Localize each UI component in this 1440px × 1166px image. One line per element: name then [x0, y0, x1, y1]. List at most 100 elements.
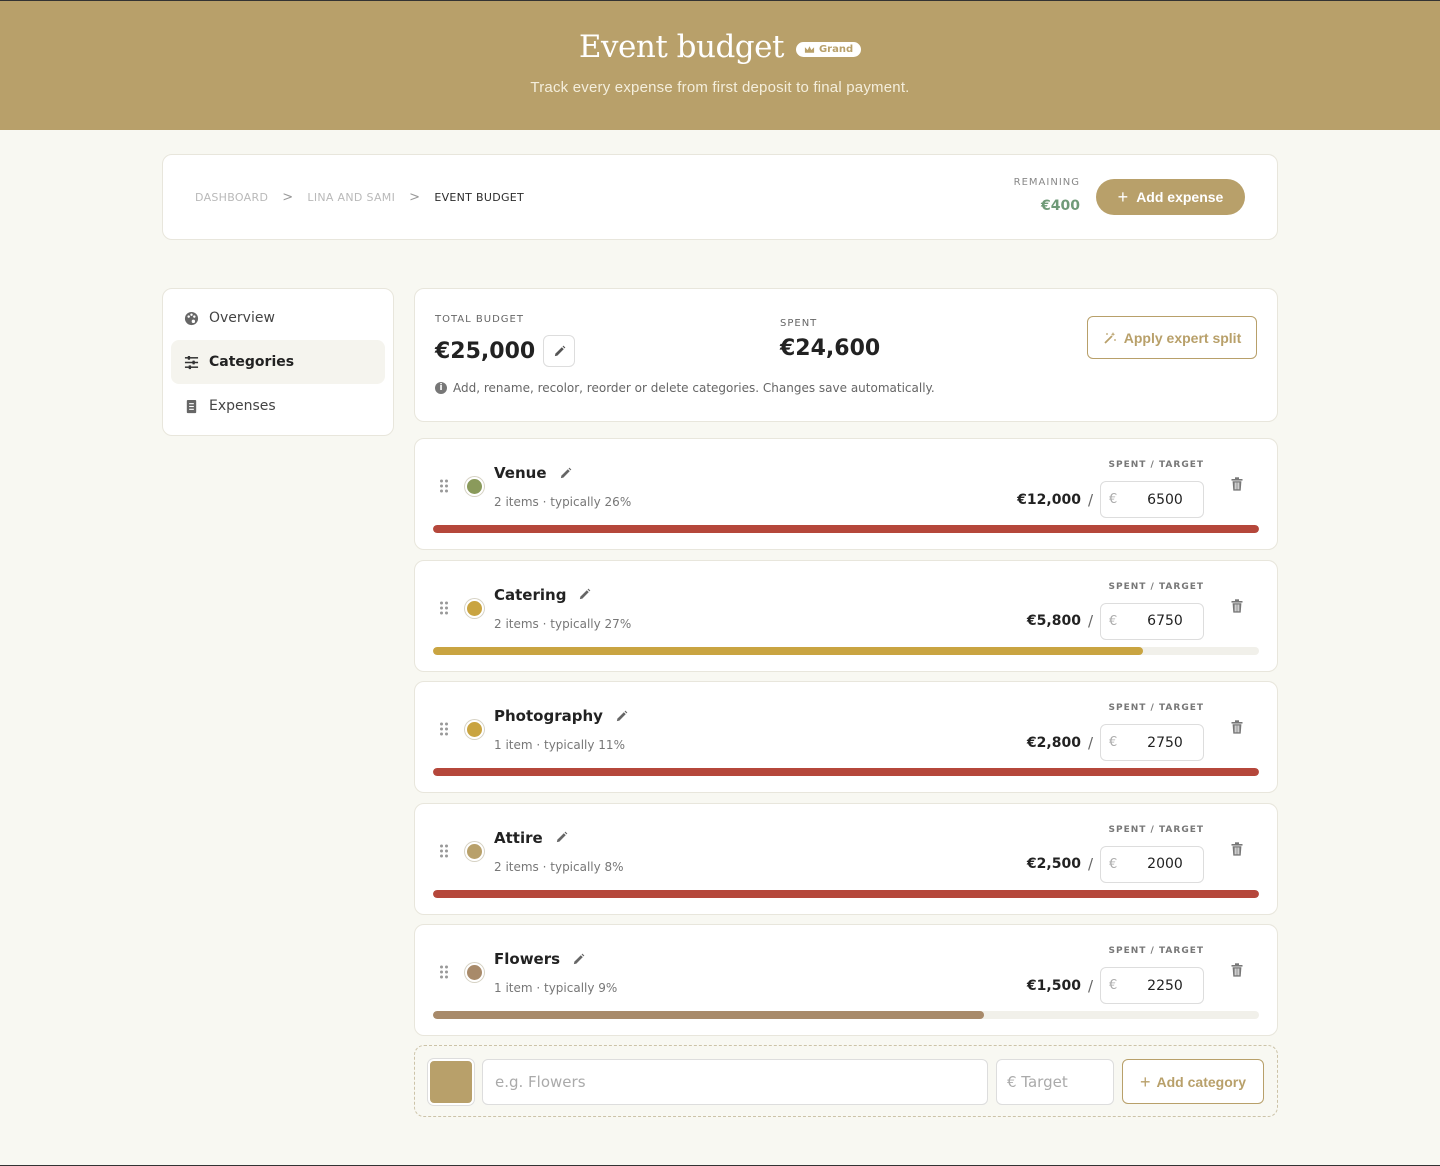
category-name: Photography	[494, 707, 603, 725]
new-category-color-picker[interactable]	[427, 1058, 475, 1106]
add-category-button[interactable]: + Add category	[1122, 1059, 1264, 1104]
trash-icon[interactable]	[1231, 477, 1243, 491]
pencil-icon[interactable]	[572, 953, 585, 966]
trash-icon[interactable]	[1231, 963, 1243, 977]
progress-track	[433, 889, 1259, 898]
sidebar-item-label: Categories	[209, 354, 295, 370]
remaining-summary: REMAINING €400	[1014, 177, 1080, 214]
breadcrumb-event[interactable]: LINA AND SAMI	[307, 191, 395, 204]
category-target-value: 6750	[1147, 613, 1183, 629]
target-placeholder: € Target	[1007, 1073, 1068, 1091]
category-card-attire: Attire 2 items · typically 8% SPENT / TA…	[414, 802, 1278, 915]
category-amounts: €2,500 / € 2000	[1026, 845, 1204, 883]
apply-expert-split-label: Apply expert split	[1123, 329, 1242, 346]
category-amounts: €5,800 / € 6750	[1027, 602, 1204, 640]
amount-divider: /	[1087, 490, 1093, 509]
category-color-swatch[interactable]	[465, 720, 484, 739]
tier-badge: Grand	[795, 41, 862, 57]
spent-target-label: SPENT / TARGET	[1108, 824, 1204, 835]
category-target-input[interactable]: € 6750	[1100, 602, 1204, 640]
apply-expert-split-button[interactable]: Apply expert split	[1087, 316, 1257, 359]
category-spent: €2,500	[1026, 856, 1081, 872]
category-meta: 2 items · typically 26%	[494, 495, 632, 509]
pencil-icon[interactable]	[559, 467, 572, 480]
category-name: Flowers	[494, 950, 561, 968]
breadcrumb-separator: >	[409, 190, 421, 205]
category-meta: 2 items · typically 27%	[494, 616, 632, 631]
plus-icon: +	[1117, 187, 1129, 207]
name-placeholder: e.g. Flowers	[495, 1073, 586, 1091]
progress-fill	[433, 889, 1259, 898]
hint-text-row: i Add, rename, recolor, reorder or delet…	[435, 381, 935, 395]
breadcrumb-dashboard[interactable]: DASHBOARD	[195, 191, 268, 204]
sidebar: Overview Categories Expenses	[162, 288, 394, 436]
sidebar-item-categories[interactable]: Categories	[171, 340, 385, 384]
spent-target-label: SPENT / TARGET	[1108, 703, 1204, 713]
crown-icon	[804, 45, 815, 53]
budget-summary: TOTAL BUDGET €25,000 SPENT €24,600 Apply…	[414, 288, 1278, 422]
category-name-row: Catering	[494, 586, 591, 604]
total-budget: TOTAL BUDGET €25,000	[435, 314, 576, 367]
category-target-value: 6500	[1147, 491, 1183, 508]
progress-fill	[433, 646, 1144, 655]
breadcrumb-current: EVENT BUDGET	[434, 191, 525, 204]
sidebar-item-expenses[interactable]: Expenses	[171, 384, 385, 428]
drag-handle-icon[interactable]	[439, 722, 449, 736]
page-title: Event budget	[578, 29, 785, 65]
category-name: Attire	[494, 828, 543, 847]
spent-target-label: SPENT / TARGET	[1108, 581, 1204, 592]
sidebar-item-overview[interactable]: Overview	[171, 296, 385, 340]
add-category-label: Add category	[1156, 1073, 1246, 1090]
category-target-value: 2000	[1147, 856, 1183, 872]
category-card-venue: Venue 2 items · typically 26% SPENT / TA…	[414, 438, 1278, 550]
pencil-icon[interactable]	[615, 710, 628, 723]
sliders-icon	[184, 355, 199, 369]
category-color-swatch[interactable]	[465, 963, 484, 982]
remaining-label: REMAINING	[1013, 177, 1080, 188]
category-name-row: Venue	[494, 464, 572, 482]
category-card-flowers: Flowers 1 item · typically 9% SPENT / TA…	[414, 924, 1278, 1036]
category-meta: 1 item · typically 9%	[494, 981, 618, 995]
currency-symbol: €	[1109, 735, 1118, 750]
spent-value: €24,600	[780, 336, 881, 361]
add-expense-button[interactable]: + Add expense	[1096, 179, 1245, 215]
drag-handle-icon[interactable]	[439, 844, 449, 858]
category-target-input[interactable]: € 2000	[1100, 845, 1204, 883]
new-category-target-input[interactable]: € Target	[996, 1059, 1114, 1105]
palette-icon	[184, 311, 199, 325]
drag-handle-icon[interactable]	[439, 479, 449, 493]
trash-icon[interactable]	[1231, 598, 1243, 613]
category-name-row: Attire	[494, 829, 568, 847]
category-card-photography: Photography 1 item · typically 11% SPENT…	[414, 681, 1278, 793]
tier-badge-label: Grand	[818, 43, 854, 55]
category-target-input[interactable]: € 6500	[1100, 481, 1204, 518]
category-color-swatch[interactable]	[465, 477, 484, 496]
drag-handle-icon[interactable]	[439, 601, 449, 615]
pencil-icon	[554, 345, 566, 356]
category-spent: €12,000	[1017, 491, 1081, 508]
category-color-swatch[interactable]	[465, 598, 484, 618]
info-icon: i	[435, 382, 447, 394]
category-name: Catering	[494, 585, 567, 604]
category-amounts: €1,500 / € 2250	[1027, 967, 1204, 1004]
page-subtitle: Track every expense from first deposit t…	[530, 79, 910, 96]
page-header: Event budget Grand Track every expense f…	[0, 0, 1440, 130]
pencil-icon[interactable]	[578, 588, 591, 601]
breadcrumb-separator: >	[282, 190, 294, 205]
edit-total-button[interactable]	[543, 335, 576, 367]
pencil-icon[interactable]	[555, 831, 568, 844]
progress-track	[433, 525, 1259, 533]
trash-icon[interactable]	[1231, 720, 1243, 734]
trash-icon[interactable]	[1231, 841, 1243, 856]
new-category-name-input[interactable]: e.g. Flowers	[482, 1059, 988, 1105]
category-name-row: Photography	[494, 707, 628, 725]
progress-fill	[433, 1011, 984, 1019]
amount-divider: /	[1087, 612, 1093, 630]
drag-handle-icon[interactable]	[439, 965, 449, 979]
category-meta: 2 items · typically 8%	[494, 859, 624, 874]
remaining-value: €400	[1041, 198, 1080, 214]
category-color-swatch[interactable]	[465, 841, 484, 861]
category-target-input[interactable]: € 2250	[1100, 967, 1204, 1004]
category-target-input[interactable]: € 2750	[1100, 724, 1204, 761]
category-name-row: Flowers	[494, 950, 585, 968]
